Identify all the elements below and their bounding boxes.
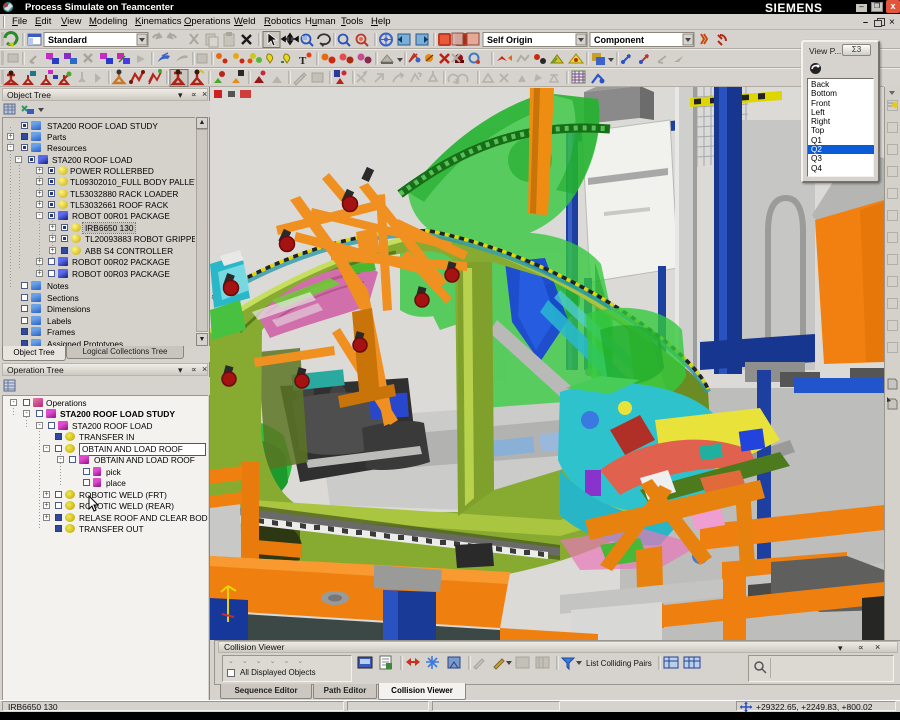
svg-text:Standard: Standard bbox=[48, 35, 87, 45]
svg-text:T: T bbox=[299, 55, 307, 67]
svg-text:Component: Component bbox=[594, 35, 644, 45]
svg-text:List Colliding Pairs: List Colliding Pairs bbox=[586, 659, 652, 668]
svg-text:Self Origin: Self Origin bbox=[487, 35, 533, 45]
